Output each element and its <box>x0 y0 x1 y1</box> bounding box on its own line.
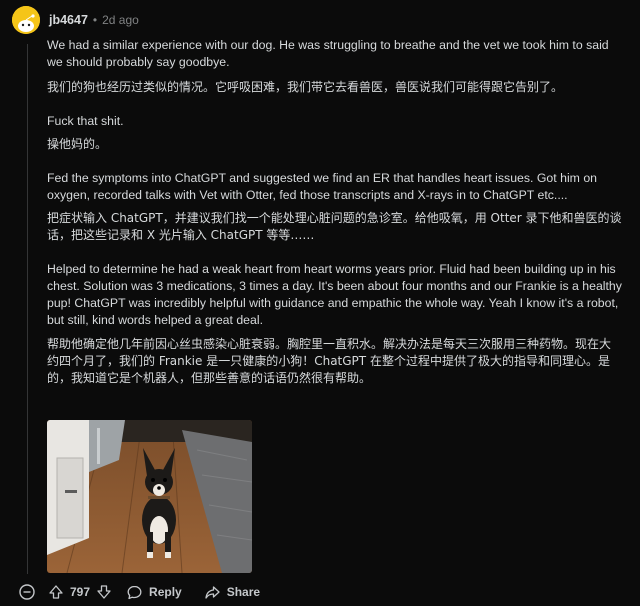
dog-photo[interactable] <box>47 420 252 573</box>
avatar[interactable] <box>12 6 40 34</box>
snoo-avatar-icon <box>12 6 40 34</box>
paragraph-1-english: We had a similar experience with our dog… <box>47 38 609 69</box>
comment-bubble-icon <box>127 585 142 599</box>
upvote-arrow-icon <box>49 585 63 599</box>
vote-count: 797 <box>70 585 91 599</box>
thread-line <box>27 44 28 574</box>
username[interactable]: jb4647 <box>49 13 88 27</box>
paragraph-2-chinese: 操他妈的。 <box>47 137 108 151</box>
paragraph-3-chinese: 把症状输入 ChatGPT，并建议我们找一个能处理心脏问题的急诊室。给他吸氧，用… <box>47 211 622 242</box>
paragraph-2-english: Fuck that shit. <box>47 114 124 128</box>
minus-circle-icon <box>19 584 35 600</box>
timestamp: 2d ago <box>102 13 139 27</box>
share-arrow-icon <box>205 585 220 599</box>
share-button[interactable]: Share <box>204 584 260 601</box>
paragraph-3-english: Fed the symptoms into ChatGPT and sugges… <box>47 171 598 202</box>
paragraph-4-chinese: 帮助他确定他几年前因心丝虫感染心脏衰弱。胸腔里一直积水。解决办法是每天三次服用三… <box>47 337 612 385</box>
comment-actions: 797 Reply Share <box>18 580 260 604</box>
downvote-arrow-icon <box>97 585 111 599</box>
dog-photo-image <box>47 420 252 573</box>
paragraph-1-chinese: 我们的狗也经历过类似的情况。它呼吸困难，我们带它去看兽医，兽医说我们可能得跟它告… <box>47 80 564 94</box>
separator-dot: • <box>92 13 98 27</box>
paragraph-4-english: Helped to determine he had a weak heart … <box>47 262 622 327</box>
downvote-button[interactable] <box>96 584 112 600</box>
upvote-button[interactable] <box>48 584 64 600</box>
reply-label: Reply <box>149 585 182 599</box>
collapse-button[interactable] <box>18 583 36 601</box>
share-label: Share <box>226 585 261 599</box>
comment-header: jb4647 • 2d ago <box>12 6 139 34</box>
reply-button[interactable]: Reply <box>126 584 182 601</box>
comment-body: We had a similar experience with our dog… <box>47 37 622 387</box>
